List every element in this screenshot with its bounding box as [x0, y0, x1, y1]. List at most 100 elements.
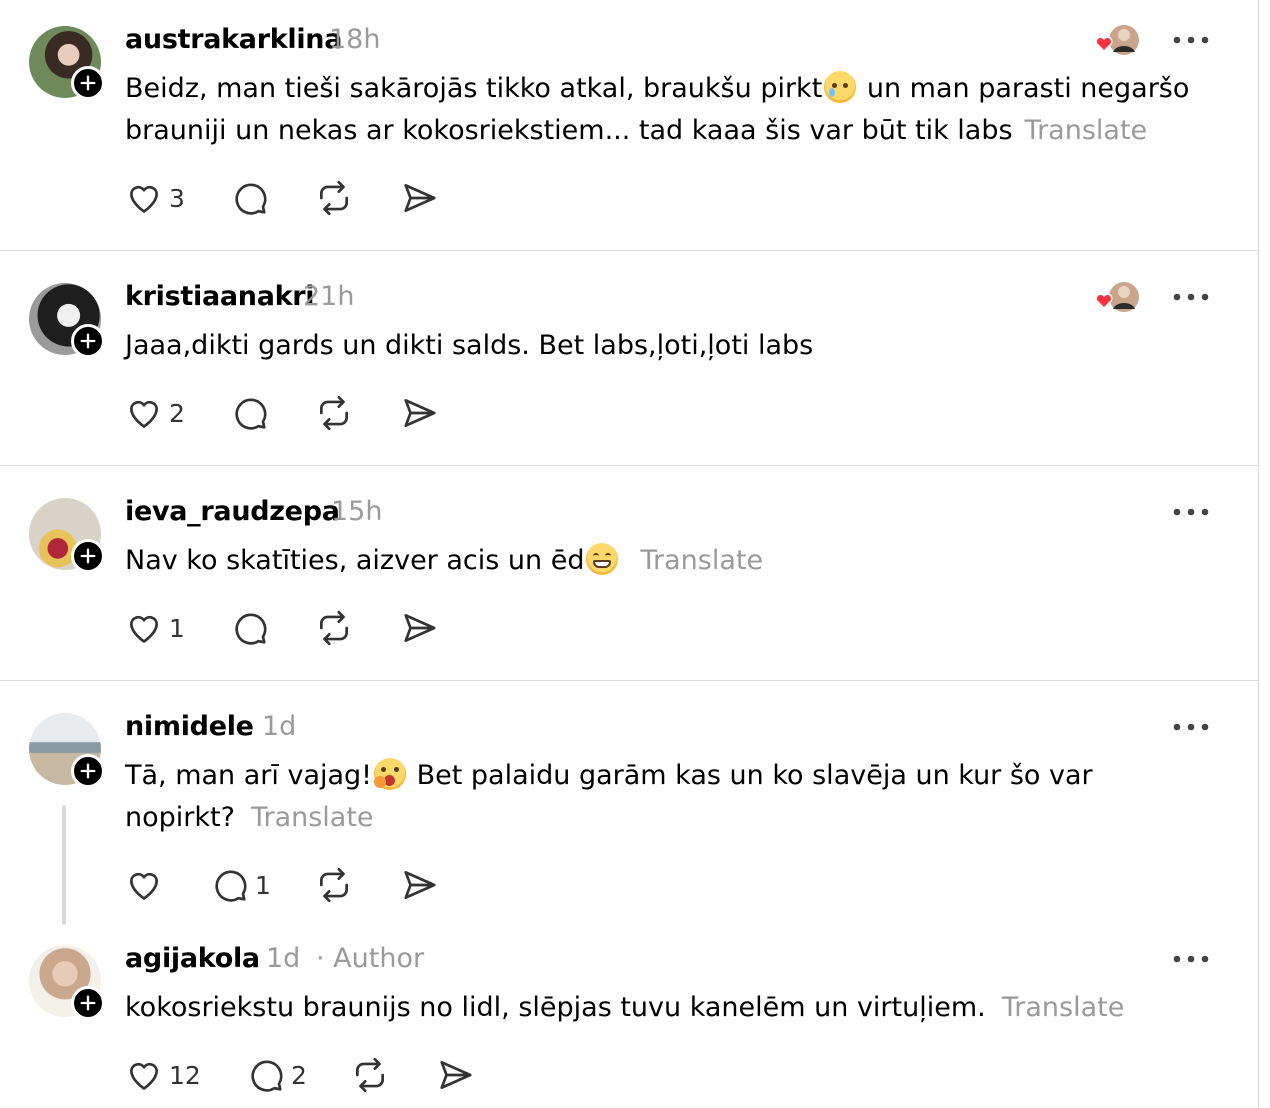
post-text-line: Beidz, man tieši sakārojās tikko atkal, …	[125, 73, 823, 104]
like-button[interactable]: 2	[125, 393, 185, 433]
ellipsis-icon[interactable]	[1172, 953, 1210, 965]
reply-button[interactable]	[231, 178, 269, 218]
repost-button[interactable]	[315, 393, 353, 433]
heart-outline-icon	[129, 185, 159, 213]
ellipsis-icon[interactable]	[1172, 721, 1210, 733]
repost-arrows-icon	[319, 610, 349, 646]
like-count: 2	[169, 398, 185, 428]
like-button[interactable]: 3	[125, 178, 185, 218]
timestamp[interactable]: 1d	[266, 943, 300, 974]
follow-button[interactable]	[71, 324, 105, 358]
username[interactable]: kristiaanakri	[125, 281, 315, 312]
speech-bubble-icon	[235, 613, 267, 645]
username[interactable]: nimidele	[125, 711, 254, 742]
timestamp[interactable]: 18h	[329, 24, 380, 55]
repost-arrows-icon	[319, 180, 349, 216]
heart-outline-icon	[129, 400, 159, 428]
timestamp[interactable]: 21h	[303, 281, 354, 312]
speech-bubble-icon	[215, 870, 247, 902]
post-text: Tā, man arī vajag! Bet palaidu garām kas…	[125, 755, 1205, 839]
translate-link[interactable]: Translate	[251, 802, 374, 833]
post-text-line: kokosriekstu braunijs no lidl, slēpjas t…	[125, 992, 986, 1023]
heart-outline-icon	[129, 615, 159, 643]
speech-bubble-icon	[235, 398, 267, 430]
post-text-line: brauniji un nekas ar kokosriekstiem... t…	[125, 115, 1013, 146]
reply-count: 1	[255, 870, 271, 900]
grinning-face-icon	[586, 543, 619, 575]
liked-by-author-icon	[1095, 282, 1139, 312]
reply-post: kristiaanakri 21h Jaaa,dikti gards un di…	[0, 251, 1258, 465]
reply-count: 2	[291, 1060, 307, 1090]
author-badge: · Author	[316, 943, 425, 974]
like-button[interactable]: 1	[125, 608, 185, 648]
post-text: Jaaa,dikti gards un dikti salds. Bet lab…	[125, 330, 814, 361]
reply-post: ieva_raudzepa 15h Nav ko skatīties, aizv…	[0, 466, 1258, 680]
heart-outline-icon	[129, 1062, 159, 1090]
repost-button[interactable]	[315, 865, 353, 905]
ellipsis-icon[interactable]	[1172, 506, 1210, 518]
post-text-line: Tā, man arī vajag!	[125, 760, 373, 791]
reply-button[interactable]	[231, 393, 269, 433]
like-count: 12	[169, 1060, 201, 1090]
like-count: 1	[169, 613, 185, 643]
plus-icon	[80, 763, 96, 779]
face-holding-back-tears-icon	[824, 71, 857, 103]
thread-line	[62, 805, 66, 925]
send-paper-plane-icon	[404, 613, 436, 643]
reply-post: agijakola 1d · Author kokosriekstu braun…	[0, 932, 1258, 1108]
plus-icon	[80, 995, 96, 1011]
plus-icon	[80, 333, 96, 349]
right-border	[1258, 0, 1259, 1108]
post-text-line: un man parasti negaršo	[858, 73, 1190, 104]
send-paper-plane-icon	[440, 1060, 472, 1090]
ellipsis-icon[interactable]	[1172, 291, 1210, 303]
send-paper-plane-icon	[404, 183, 436, 213]
like-button[interactable]: 12	[125, 1055, 201, 1095]
username[interactable]: austrakarklina	[125, 24, 342, 55]
repost-arrows-icon	[355, 1057, 385, 1093]
speech-bubble-icon	[251, 1060, 283, 1092]
reply-button[interactable]: 2	[247, 1055, 307, 1095]
username[interactable]: ieva_raudzepa	[125, 496, 340, 527]
reply-post: nimidele 1d Tā, man arī vajag! Bet palai…	[0, 681, 1258, 931]
post-text: Nav ko skatīties, aizver acis un ēd Trans…	[125, 540, 1205, 582]
reply-button[interactable]: 1	[211, 865, 271, 905]
repost-button[interactable]	[315, 178, 353, 218]
username[interactable]: agijakola	[125, 943, 260, 974]
reply-post: austrakarklina 18h Beidz, man tieši sakā…	[0, 0, 1258, 250]
repost-button[interactable]	[351, 1055, 389, 1095]
post-text-line: Nav ko skatīties, aizver acis un ēd	[125, 545, 585, 576]
timestamp[interactable]: 1d	[262, 711, 296, 742]
speech-bubble-icon	[235, 183, 267, 215]
send-paper-plane-icon	[404, 870, 436, 900]
face-with-hand-over-mouth-icon	[374, 758, 407, 790]
share-button[interactable]	[437, 1055, 475, 1095]
ellipsis-icon[interactable]	[1172, 34, 1210, 46]
plus-icon	[80, 75, 96, 91]
translate-link[interactable]: Translate	[1025, 115, 1148, 146]
share-button[interactable]	[401, 178, 439, 218]
share-button[interactable]	[401, 393, 439, 433]
send-paper-plane-icon	[404, 398, 436, 428]
heart-outline-icon	[129, 872, 159, 900]
post-text: Beidz, man tieši sakārojās tikko atkal, …	[125, 68, 1205, 152]
follow-button[interactable]	[71, 754, 105, 788]
repost-arrows-icon	[319, 867, 349, 903]
post-text-line: Bet palaidu garām kas un ko slavēja un k…	[408, 760, 1093, 791]
timestamp[interactable]: 15h	[331, 496, 382, 527]
like-count: 3	[169, 183, 185, 213]
post-text-line: nopirkt?	[125, 802, 235, 833]
follow-button[interactable]	[71, 66, 105, 100]
liked-by-author-icon	[1095, 25, 1139, 55]
repost-arrows-icon	[319, 395, 349, 431]
like-button[interactable]	[125, 865, 163, 905]
share-button[interactable]	[401, 865, 439, 905]
repost-button[interactable]	[315, 608, 353, 648]
post-text: kokosriekstu braunijs no lidl, slēpjas t…	[125, 987, 1205, 1029]
translate-link[interactable]: Translate	[1002, 992, 1125, 1023]
follow-button[interactable]	[71, 986, 105, 1020]
share-button[interactable]	[401, 608, 439, 648]
translate-link[interactable]: Translate	[640, 545, 763, 576]
reply-button[interactable]	[231, 608, 269, 648]
follow-button[interactable]	[71, 539, 105, 573]
